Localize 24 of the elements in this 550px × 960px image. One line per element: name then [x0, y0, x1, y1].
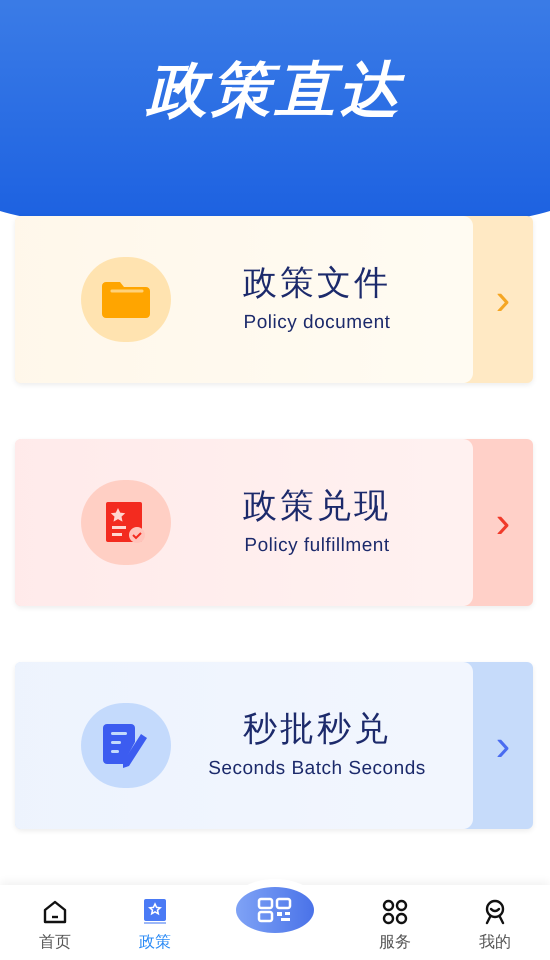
card-title: 政策文件 [243, 263, 391, 304]
tab-item[interactable]: 服务 [350, 899, 440, 955]
book-icon [143, 899, 167, 925]
policy-card[interactable]: 政策兑现 Policy fulfillment › [15, 439, 533, 606]
card-title: 秒批秒兑 [243, 709, 391, 750]
tab-item[interactable]: 我的 [450, 899, 540, 955]
person-icon [483, 899, 507, 925]
chevron-icon: › [496, 500, 510, 544]
chevron-icon: › [496, 724, 510, 768]
tab-item[interactable]: 首页 [10, 899, 100, 955]
folder-icon [102, 282, 150, 318]
chevron-icon: › [496, 278, 510, 322]
certificate-icon [106, 502, 146, 544]
card-subtitle: Seconds Batch Seconds [208, 756, 426, 780]
card-subtitle: Policy document [244, 310, 390, 334]
home-icon [42, 899, 68, 925]
grid-icon [382, 899, 408, 925]
page-title: 政策直达 [147, 60, 403, 127]
edit-icon [103, 724, 149, 768]
card-title: 政策兑现 [243, 486, 391, 527]
qr-code-icon [257, 897, 293, 923]
policy-card[interactable]: 政策文件 Policy document › [15, 216, 533, 383]
card-subtitle: Policy fulfillment [244, 534, 390, 558]
policy-card[interactable]: 秒批秒兑 Seconds Batch Seconds › [15, 662, 533, 829]
